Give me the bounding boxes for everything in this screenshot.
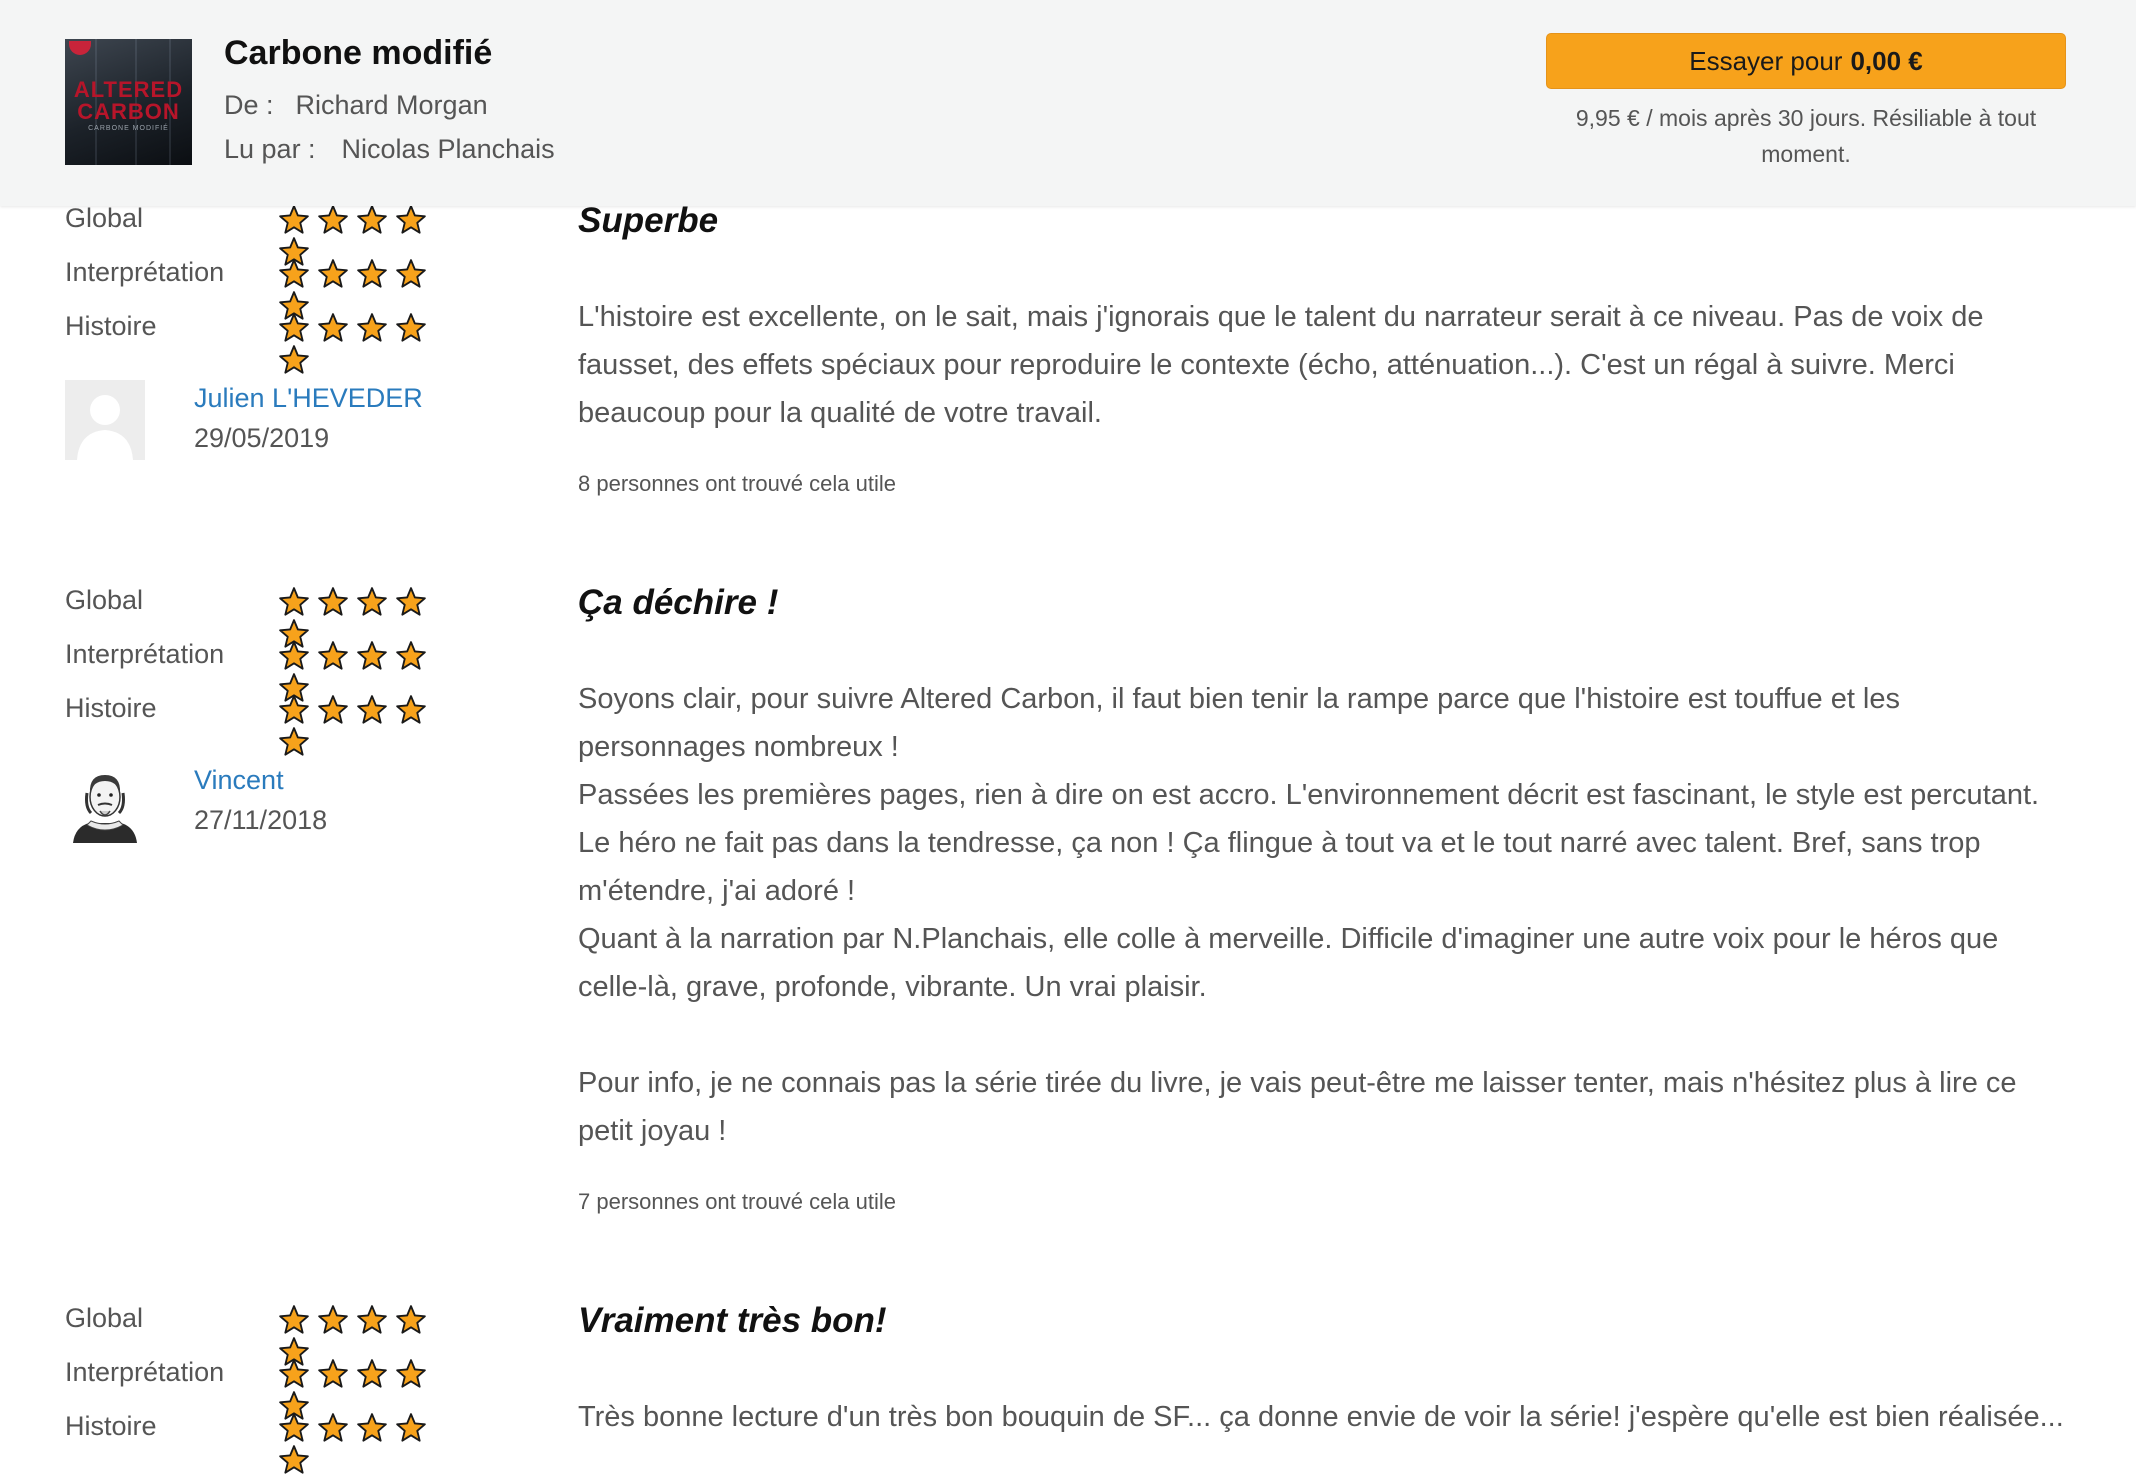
star-icon (279, 345, 309, 374)
star-icon (318, 695, 348, 724)
narrator-label: Lu par : (224, 134, 316, 164)
star-icon (279, 259, 309, 288)
review-title: Superbe (578, 201, 719, 240)
star-icon (357, 313, 387, 342)
helpful-count: 7 personnes ont trouvé cela utile (578, 1189, 896, 1214)
review-body: Soyons clair, pour suivre Altered Carbon… (578, 675, 2068, 1155)
rating-stars-global (278, 1304, 468, 1366)
reviewer-name[interactable]: Julien L'HEVEDER (194, 383, 423, 414)
rating-stars-global (278, 204, 468, 266)
author-label: De : (224, 90, 274, 120)
star-icon (279, 587, 309, 616)
review-body: Très bonne lecture d'un très bon bouquin… (578, 1393, 2068, 1441)
shakespeare-portrait-icon (65, 763, 145, 843)
review-paragraph: Pour info, je ne connais pas la série ti… (578, 1067, 2017, 1147)
rating-label-performance: Interprétation (65, 639, 225, 669)
star-icon (357, 205, 387, 234)
rating-label-performance: Interprétation (65, 1357, 225, 1387)
author-line: De : Richard Morgan (224, 90, 488, 121)
review-body: L'histoire est excellente, on le sait, m… (578, 293, 2068, 437)
star-icon (396, 587, 426, 616)
cover-title-line1: ALTERED (73, 77, 184, 102)
review-paragraph: Très bonne lecture d'un très bon bouquin… (578, 1401, 2064, 1433)
star-icon (279, 205, 309, 234)
rating-stars-story (278, 1412, 468, 1474)
rating-stars-story (278, 312, 468, 374)
star-icon (279, 1413, 309, 1442)
star-icon (357, 1359, 387, 1388)
star-icon (318, 313, 348, 342)
star-icon (357, 1305, 387, 1334)
avatar[interactable] (65, 380, 145, 460)
star-icon (357, 259, 387, 288)
rating-stars-global (278, 586, 468, 648)
star-icon (396, 205, 426, 234)
rating-label-global: Global (65, 585, 144, 615)
rating-label-performance: Interprétation (65, 257, 225, 287)
book-title: Carbone modifié (224, 34, 493, 72)
star-icon (357, 641, 387, 670)
star-icon (396, 313, 426, 342)
rating-stars-performance (278, 640, 468, 702)
cover-title-line2: CARBON (77, 99, 180, 124)
review-paragraph: Soyons clair, pour suivre Altered Carbon… (578, 683, 2040, 1003)
review-title: Vraiment très bon! (578, 1301, 887, 1340)
star-icon (396, 1359, 426, 1388)
star-icon (396, 1413, 426, 1442)
reviewer-name[interactable]: Vincent (194, 765, 284, 796)
cover-subtitle: CARBONE MODIFIÉ (88, 125, 169, 132)
cta-price: 0,00 € (1850, 45, 1923, 76)
review-title: Ça déchire ! (578, 583, 779, 622)
subscription-note: 9,95 € / mois après 30 jours. Résiliable… (1575, 105, 2037, 167)
star-icon (357, 1413, 387, 1442)
review-date: 27/11/2018 (194, 805, 328, 835)
default-person-icon (65, 380, 145, 460)
star-icon (279, 641, 309, 670)
rating-stars-performance (278, 1358, 468, 1420)
review-paragraph: L'histoire est excellente, on le sait, m… (578, 301, 1984, 429)
star-icon (279, 1305, 309, 1334)
narrator-name: Nicolas Planchais (341, 134, 555, 164)
star-icon (396, 641, 426, 670)
review-date: 29/05/2019 (194, 423, 330, 453)
star-icon (318, 1359, 348, 1388)
avatar[interactable] (65, 763, 145, 843)
try-for-free-button[interactable]: Essayer pour 0,00 € (1546, 33, 2066, 89)
cover-badge (69, 41, 91, 55)
cta-prefix: Essayer pour (1689, 45, 1843, 76)
star-icon (318, 641, 348, 670)
star-icon (396, 1305, 426, 1334)
rating-stars-performance (278, 258, 468, 320)
star-icon (318, 1413, 348, 1442)
star-icon (318, 587, 348, 616)
rating-label-story: Histoire (65, 693, 157, 723)
star-icon (279, 695, 309, 724)
rating-label-global: Global (65, 203, 144, 233)
star-icon (396, 695, 426, 724)
rating-label-story: Histoire (65, 311, 157, 341)
author-name: Richard Morgan (295, 90, 488, 120)
star-icon (318, 259, 348, 288)
book-cover[interactable]: ALTERED CARBON CARBONE MODIFIÉ (65, 39, 192, 165)
rating-stars-story (278, 694, 468, 756)
star-icon (357, 695, 387, 724)
star-icon (318, 205, 348, 234)
star-icon (318, 1305, 348, 1334)
rating-label-global: Global (65, 1303, 144, 1333)
star-icon (279, 727, 309, 756)
narrator-line: Lu par : Nicolas Planchais (224, 134, 555, 165)
product-header: ALTERED CARBON CARBONE MODIFIÉ Carbone m… (0, 0, 2136, 206)
rating-label-story: Histoire (65, 1411, 157, 1441)
star-icon (279, 1445, 309, 1474)
star-icon (357, 587, 387, 616)
star-icon (279, 313, 309, 342)
star-icon (396, 259, 426, 288)
helpful-count: 8 personnes ont trouvé cela utile (578, 471, 896, 496)
star-icon (279, 1359, 309, 1388)
